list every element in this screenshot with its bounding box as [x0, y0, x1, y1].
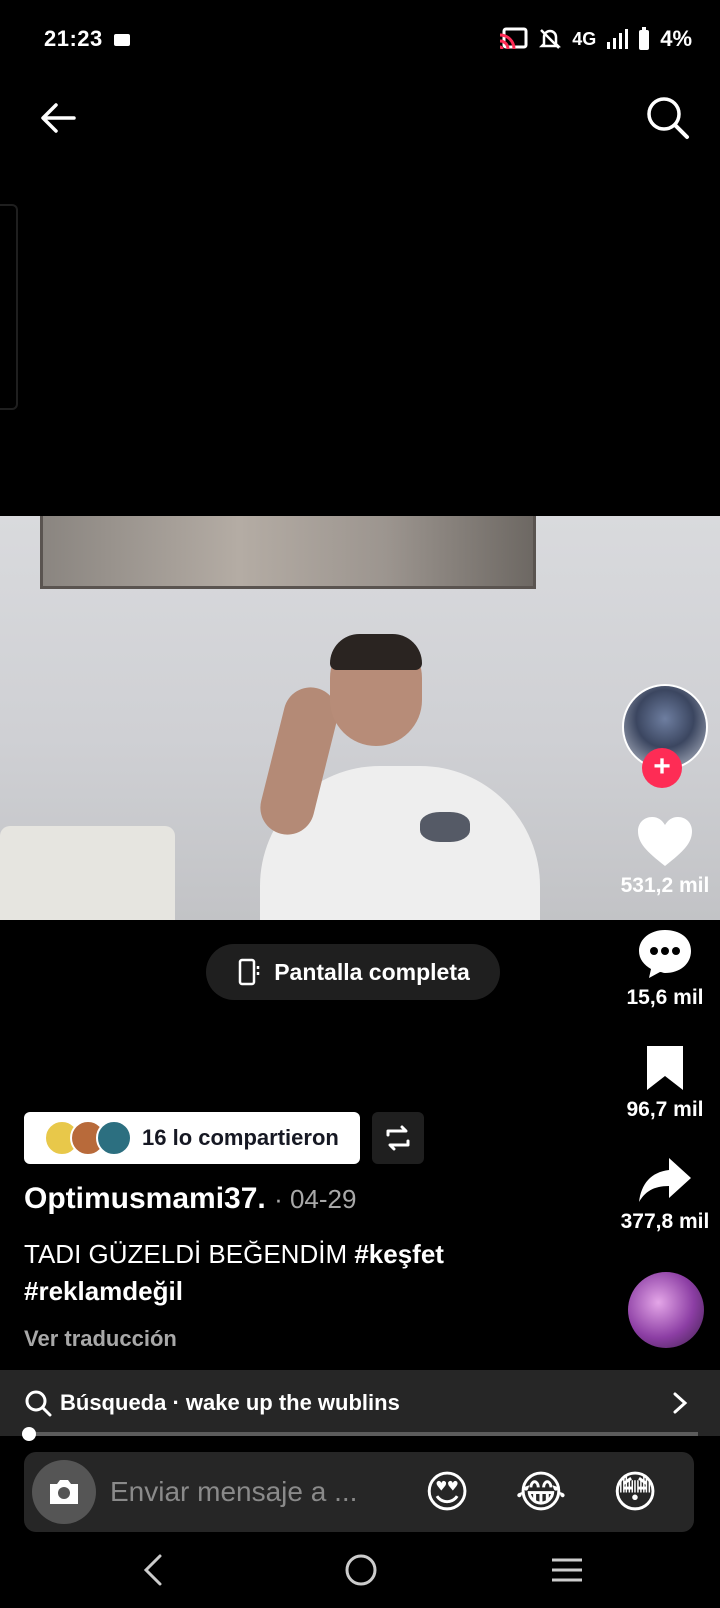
caption-text: TADI GÜZELDİ BEĞENDİM — [24, 1239, 355, 1269]
cast-icon — [499, 27, 528, 50]
screen-record-icon — [114, 34, 130, 46]
music-disc[interactable] — [628, 1272, 704, 1348]
camera-icon — [50, 1480, 78, 1504]
fullscreen-label: Pantalla completa — [274, 958, 470, 985]
search-icon — [25, 1390, 52, 1417]
comment-count: 15,6 mil — [626, 986, 704, 1009]
shared-avatar — [96, 1120, 132, 1156]
repost-button[interactable] — [372, 1112, 424, 1164]
arrow-left-icon — [41, 103, 76, 133]
message-input[interactable]: Enviar mensaje a ... — [110, 1476, 400, 1508]
like-button[interactable]: 531,2 mil — [610, 816, 720, 898]
status-bar: 21:23 4G 4% — [0, 0, 720, 80]
repost-icon — [386, 1125, 410, 1151]
post-date: · 04-29 — [274, 1184, 357, 1214]
share-arrow-icon — [639, 1158, 691, 1202]
nav-back-icon[interactable] — [140, 1552, 166, 1588]
network-type: 4G — [572, 28, 597, 49]
sofa — [0, 826, 175, 920]
person-hair — [330, 634, 422, 670]
comment-bubble-icon — [639, 930, 691, 978]
back-button[interactable] — [36, 96, 80, 140]
message-bar: Enviar mensaje a ... 😍 😂 😳 — [24, 1452, 694, 1532]
hashtag[interactable]: #reklamdeğil — [24, 1276, 183, 1306]
search-icon — [647, 97, 689, 139]
edge-panel-handle[interactable] — [0, 204, 18, 410]
search-suggestion-bar[interactable]: Búsqueda · wake up the wublins — [0, 1370, 720, 1436]
shared-label: 16 lo compartieron — [142, 1125, 339, 1150]
status-time: 21:23 — [44, 26, 103, 51]
search-button[interactable] — [644, 94, 692, 142]
system-nav-bar — [0, 1532, 720, 1608]
author-name[interactable]: Optimusmami37. — [24, 1182, 266, 1215]
share-count: 377,8 mil — [620, 1210, 710, 1233]
nav-home-icon[interactable] — [344, 1552, 378, 1588]
chevron-right-icon — [673, 1392, 688, 1414]
heart-icon — [638, 817, 692, 866]
bookmark-button[interactable]: 96,7 mil — [610, 1044, 720, 1122]
battery-level: 4% — [660, 26, 692, 51]
emoji-heart-eyes-button[interactable]: 😍 — [400, 1467, 494, 1518]
bookmark-count: 96,7 mil — [626, 1098, 704, 1121]
author-line[interactable]: Optimusmami37. · 04-29 — [24, 1182, 356, 1216]
camera-button[interactable] — [32, 1460, 96, 1524]
status-icons: 4G 4% — [498, 26, 692, 52]
emoji-flushed-button[interactable]: 😳 — [588, 1467, 682, 1518]
shirt-logo — [420, 812, 470, 842]
video-progress-bar[interactable] — [30, 1432, 698, 1436]
shared-avatars — [44, 1120, 132, 1156]
emoji-laughing-button[interactable]: 😂 — [494, 1467, 588, 1518]
translate-link[interactable]: Ver traducción — [24, 1326, 177, 1352]
share-button[interactable]: 377,8 mil — [610, 1156, 720, 1234]
shared-by-badge[interactable]: 16 lo compartieron — [24, 1112, 360, 1164]
mute-bell-icon — [539, 29, 562, 49]
wall-painting — [40, 516, 536, 589]
fullscreen-button[interactable]: Pantalla completa — [206, 944, 500, 1000]
fullscreen-rotate-icon — [238, 958, 260, 986]
like-count: 531,2 mil — [620, 874, 710, 897]
search-suggestion-label: Búsqueda · wake up the wublins — [60, 1390, 400, 1415]
comment-button[interactable]: 15,6 mil — [610, 928, 720, 1010]
hashtag[interactable]: #keşfet — [354, 1239, 444, 1269]
bookmark-icon — [647, 1046, 683, 1090]
caption: TADI GÜZELDİ BEĞENDİM #keşfet #reklamdeği… — [24, 1236, 584, 1310]
battery-icon — [639, 27, 650, 50]
follow-button[interactable]: + — [642, 748, 682, 788]
video-progress-handle[interactable] — [22, 1427, 36, 1441]
signal-icon — [607, 29, 629, 49]
nav-menu-icon[interactable] — [550, 1554, 584, 1586]
